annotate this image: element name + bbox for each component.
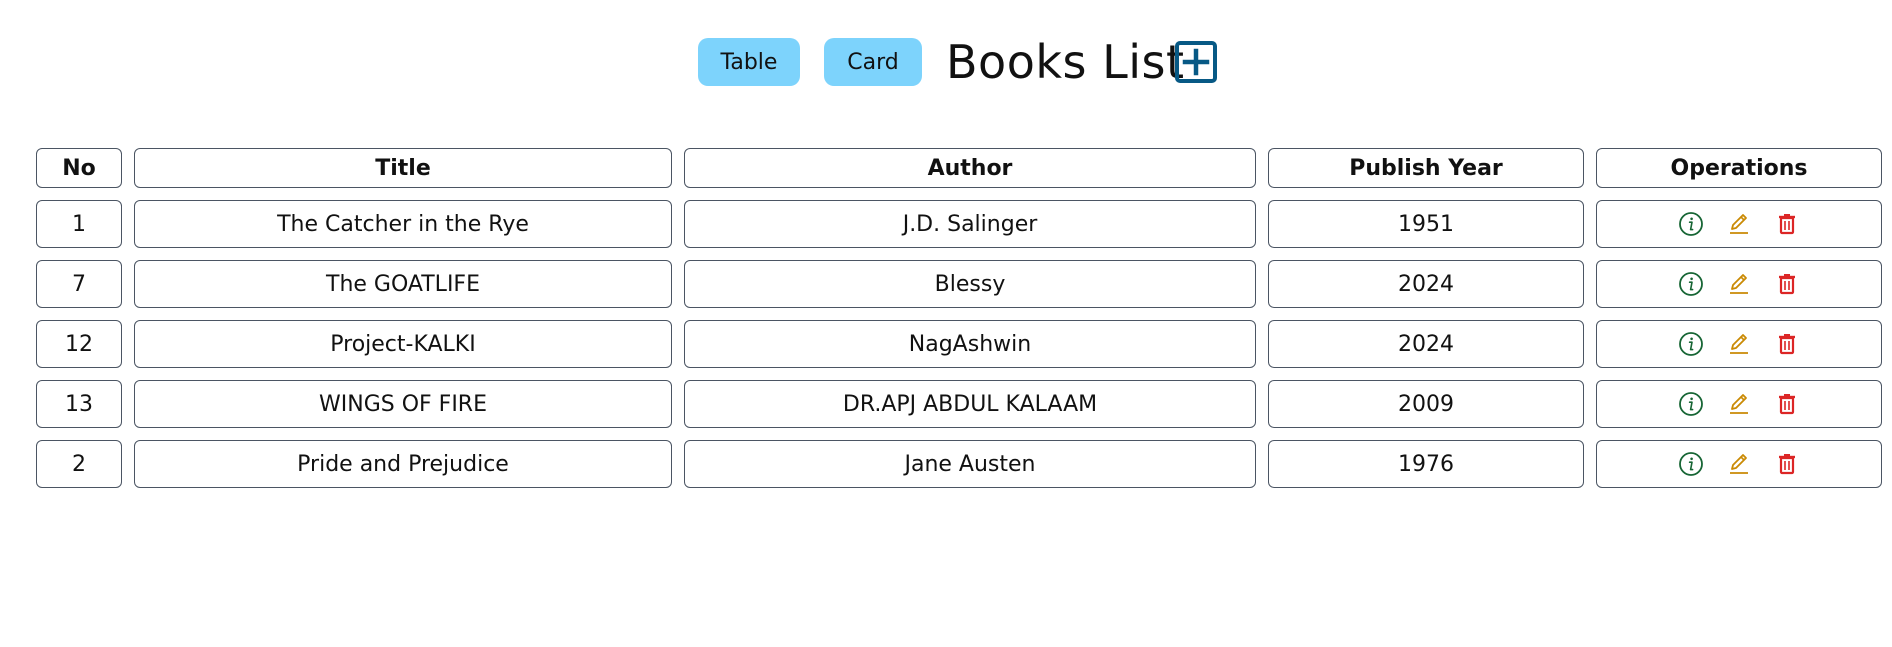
operations-group [1597, 271, 1881, 297]
info-icon[interactable] [1678, 451, 1704, 477]
column-header-author: Author [684, 148, 1256, 188]
operations-group [1597, 451, 1881, 477]
cell-title: The GOATLIFE [134, 260, 672, 308]
delete-icon[interactable] [1774, 271, 1800, 297]
books-table: No Title Author Publish Year Operations … [24, 136, 1892, 500]
edit-icon[interactable] [1726, 391, 1752, 417]
card-view-button[interactable]: Card [824, 38, 922, 86]
edit-icon[interactable] [1726, 451, 1752, 477]
table-row: 2 Pride and Prejudice Jane Austen 1976 [36, 440, 1882, 488]
cell-operations [1596, 320, 1882, 368]
cell-operations [1596, 380, 1882, 428]
edit-icon[interactable] [1726, 331, 1752, 357]
info-icon[interactable] [1678, 271, 1704, 297]
cell-no: 7 [36, 260, 122, 308]
cell-title: Project-KALKI [134, 320, 672, 368]
cell-operations [1596, 200, 1882, 248]
cell-author: J.D. Salinger [684, 200, 1256, 248]
column-header-no: No [36, 148, 122, 188]
column-header-publish-year: Publish Year [1268, 148, 1584, 188]
delete-icon[interactable] [1774, 211, 1800, 237]
cell-title: WINGS OF FIRE [134, 380, 672, 428]
table-row: 1 The Catcher in the Rye J.D. Salinger 1951 [36, 200, 1882, 248]
cell-title: Pride and Prejudice [134, 440, 672, 488]
info-icon[interactable] [1678, 211, 1704, 237]
table-row: 7 The GOATLIFE Blessy 2024 [36, 260, 1882, 308]
edit-icon[interactable] [1726, 271, 1752, 297]
cell-publish-year: 2024 [1268, 320, 1584, 368]
table-header-row: No Title Author Publish Year Operations [36, 148, 1882, 188]
cell-publish-year: 2009 [1268, 380, 1584, 428]
cell-publish-year: 1976 [1268, 440, 1584, 488]
delete-icon[interactable] [1774, 451, 1800, 477]
cell-publish-year: 1951 [1268, 200, 1584, 248]
cell-no: 2 [36, 440, 122, 488]
operations-group [1597, 391, 1881, 417]
cell-operations [1596, 260, 1882, 308]
cell-no: 12 [36, 320, 122, 368]
cell-operations [1596, 440, 1882, 488]
table-row: 12 Project-KALKI NagAshwin 2024 [36, 320, 1882, 368]
delete-icon[interactable] [1774, 391, 1800, 417]
cell-title: The Catcher in the Rye [134, 200, 672, 248]
cell-author: Blessy [684, 260, 1256, 308]
delete-icon[interactable] [1774, 331, 1800, 357]
cell-author: Jane Austen [684, 440, 1256, 488]
cell-no: 1 [36, 200, 122, 248]
plus-square-icon[interactable] [1174, 40, 1218, 84]
edit-icon[interactable] [1726, 211, 1752, 237]
table-row: 13 WINGS OF FIRE DR.APJ ABDUL KALAAM 2009 [36, 380, 1882, 428]
cell-author: NagAshwin [684, 320, 1256, 368]
column-header-title: Title [134, 148, 672, 188]
info-icon[interactable] [1678, 391, 1704, 417]
page-header: Table Card Books List [0, 0, 1892, 130]
operations-group [1597, 211, 1881, 237]
table-view-button[interactable]: Table [698, 38, 800, 86]
cell-no: 13 [36, 380, 122, 428]
info-icon[interactable] [1678, 331, 1704, 357]
cell-publish-year: 2024 [1268, 260, 1584, 308]
column-header-operations: Operations [1596, 148, 1882, 188]
operations-group [1597, 331, 1881, 357]
page-title: Books List [946, 35, 1185, 89]
cell-author: DR.APJ ABDUL KALAAM [684, 380, 1256, 428]
